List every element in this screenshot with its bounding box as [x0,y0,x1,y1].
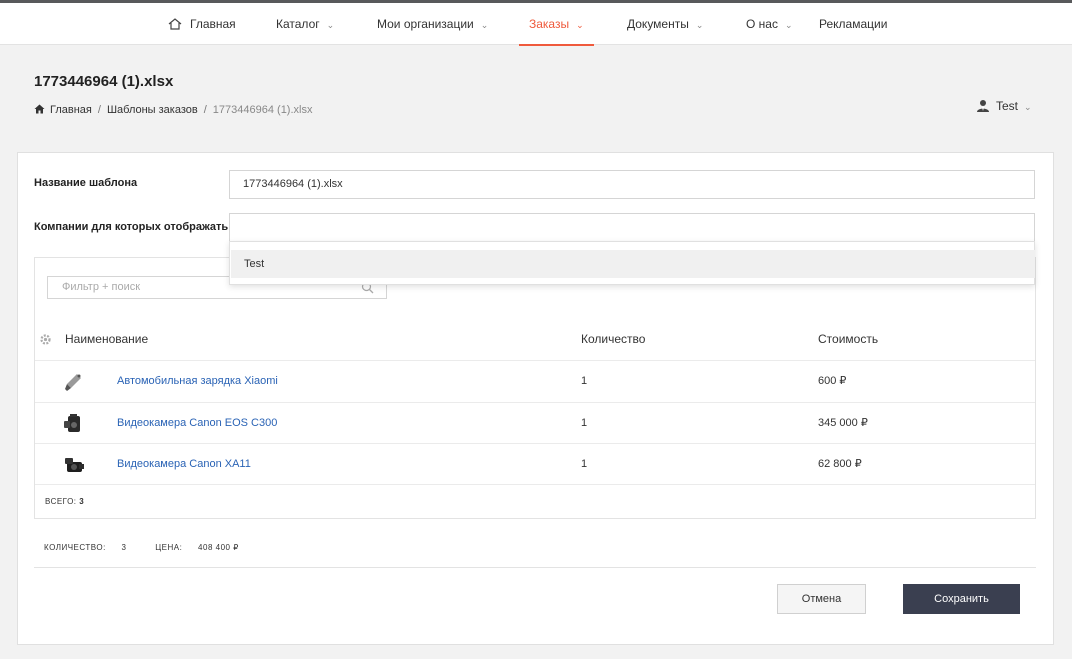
nav-item-catalog[interactable]: Каталог ⌄ [276,3,334,45]
template-name-label: Название шаблона [34,177,138,189]
quantity-cell: 1 [581,417,588,429]
nav-item-claims[interactable]: Рекламации [819,3,887,45]
gear-icon[interactable] [39,333,52,346]
footer-divider [34,567,1036,568]
nav-item-about[interactable]: О нас ⌄ [746,3,793,45]
breadcrumb-current: 1773446964 (1).xlsx [212,104,313,116]
chevron-down-icon: ⌄ [695,20,704,30]
quantity-cell: 1 [581,458,588,470]
nav-item-label: Документы [627,17,689,31]
quantity-cell: 1 [581,375,588,387]
breadcrumb-separator: / [203,104,207,116]
product-link[interactable]: Видеокамера Canon XA11 [117,444,251,485]
user-icon [977,100,989,112]
main-navbar: Главная Каталог ⌄ Мои организации ⌄ Заказы… [0,3,1072,46]
cancel-button[interactable]: Отмена [777,584,866,614]
template-name-input[interactable]: 1773446964 (1).xlsx [229,170,1035,199]
table-row: Видеокамера Canon EOS C300 1 345 000 ₽ [35,403,1035,444]
dropdown-option[interactable]: Test [231,250,1035,278]
chevron-down-icon: ⌄ [1024,102,1032,112]
nav-item-documents[interactable]: Документы ⌄ [627,3,703,45]
row-divider [35,484,1035,485]
user-name: Test [996,99,1019,113]
total-value: 3 [79,497,85,506]
chevron-down-icon: ⌄ [326,20,335,30]
summary-price-label: ЦЕНА: [155,543,183,552]
price-cell: 62 800 ₽ [818,458,862,470]
chevron-down-icon: ⌄ [784,20,793,30]
summary-price-value: 408 400 ₽ [198,543,239,552]
table-row: Автомобильная зарядка Xiaomi 1 600 ₽ [35,361,1035,402]
nav-item-label: Каталог [276,17,320,31]
breadcrumb: Главная / Шаблоны заказов / 1773446964 (1).x… [34,104,312,116]
order-summary: КОЛИЧЕСТВО: 3 ЦЕНА: 408 400 ₽ [44,543,265,552]
total-label: ВСЕГО: [45,497,77,506]
product-link[interactable]: Видеокамера Canon EOS C300 [117,403,277,444]
nav-item-organizations[interactable]: Мои организации ⌄ [377,3,488,45]
chevron-down-icon: ⌄ [576,20,584,30]
companies-dropdown: Test [229,241,1035,285]
items-total: ВСЕГО: 3 [45,497,84,506]
summary-quantity-label: КОЛИЧЕСТВО: [44,543,106,552]
price-cell: 600 ₽ [818,375,847,387]
user-menu[interactable]: Test ⌄ [976,99,1032,113]
chevron-down-icon: ⌄ [480,20,489,30]
nav-item-label: О нас [746,17,778,31]
nav-item-label: Заказы [529,17,570,31]
column-header-price[interactable]: Стоимость [818,332,878,346]
breadcrumb-link-home[interactable]: Главная [50,104,92,116]
camcorder-icon [65,458,84,472]
nav-item-orders[interactable]: Заказы ⌄ [519,3,594,46]
summary-quantity: КОЛИЧЕСТВО: 3 [44,543,139,552]
home-icon [168,18,182,30]
price-cell: 345 000 ₽ [818,417,868,429]
nav-item-label: Мои организации [377,17,474,31]
table-row: Видеокамера Canon XA11 1 62 800 ₽ [35,444,1035,485]
breadcrumb-separator: / [97,104,101,116]
home-icon [34,104,45,114]
car-charger-icon [65,374,81,391]
column-header-quantity[interactable]: Количество [581,332,645,346]
save-button[interactable]: Сохранить [903,584,1020,614]
nav-item-label: Рекламации [819,17,888,31]
video-camera-icon [64,414,80,432]
nav-item-label: Главная [190,17,236,31]
companies-label: Компании для которых отображать [34,221,229,233]
product-link[interactable]: Автомобильная зарядка Xiaomi [117,361,278,402]
summary-quantity-value: 3 [121,543,127,552]
column-header-name[interactable]: Наименование [65,332,148,346]
companies-select[interactable] [229,213,1035,242]
page-title: 1773446964 (1).xlsx [34,73,174,90]
summary-price: ЦЕНА: 408 400 ₽ [155,543,252,552]
nav-item-home[interactable]: Главная [168,3,236,45]
breadcrumb-link-templates[interactable]: Шаблоны заказов [107,104,198,116]
